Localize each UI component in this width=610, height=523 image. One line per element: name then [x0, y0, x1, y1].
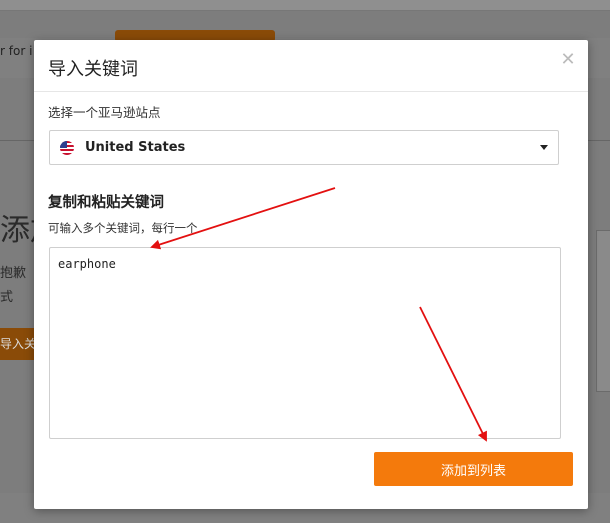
marketplace-selected-value: United States [85, 140, 186, 155]
background-text-1: 抱歉 [0, 266, 27, 281]
background-topbar [0, 0, 610, 11]
site-select-label: 选择一个亚马逊站点 [48, 105, 161, 120]
keywords-hint: 可输入多个关键词，每行一个 [48, 221, 198, 235]
marketplace-select[interactable]: United States [49, 130, 559, 165]
add-to-list-button[interactable]: 添加到列表 [374, 452, 573, 486]
background-side-panel [596, 230, 610, 392]
keywords-textarea[interactable] [49, 247, 561, 439]
background-import-button: 导入关 [0, 328, 34, 360]
background-top-text: r for i [0, 44, 33, 58]
keywords-heading: 复制和粘贴关键词 [48, 195, 164, 211]
chevron-down-icon [540, 145, 548, 150]
import-keywords-dialog: 导入关键词 ✕ 选择一个亚马逊站点 United States 复制和粘贴关键词… [34, 40, 588, 509]
dialog-header: 导入关键词 ✕ [34, 40, 588, 92]
us-flag-icon [60, 141, 74, 155]
dialog-title: 导入关键词 [48, 59, 138, 80]
background-text-2: 式 [0, 290, 14, 305]
close-icon[interactable]: ✕ [560, 51, 576, 69]
